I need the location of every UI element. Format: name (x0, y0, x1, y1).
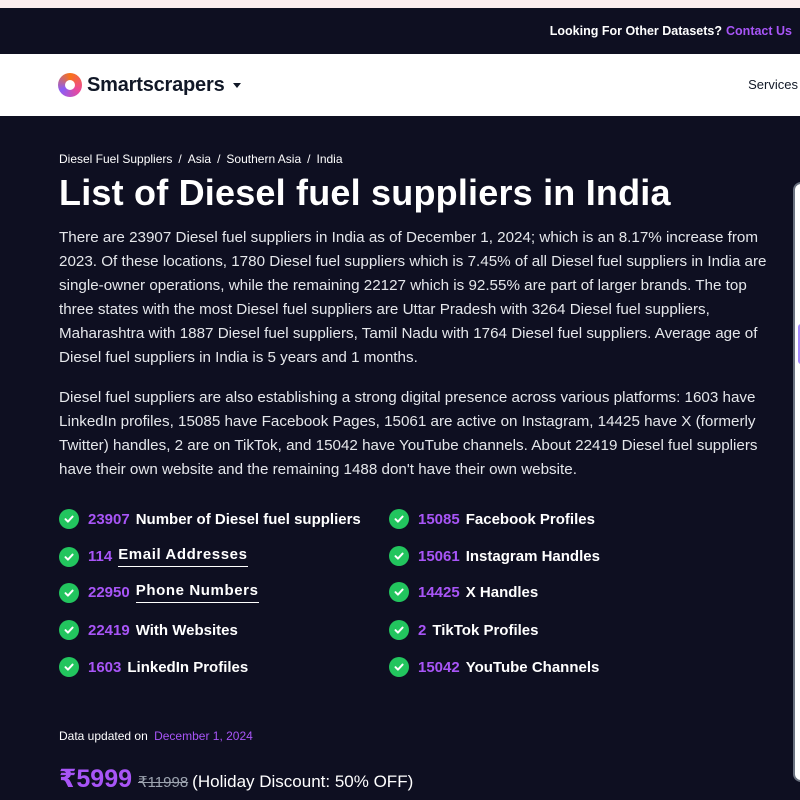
breadcrumb-item[interactable]: Southern Asia (226, 152, 301, 166)
data-updated: Data updated on December 1, 2024 (59, 729, 253, 743)
stat-value: 22419 (88, 621, 130, 639)
current-price: ₹5999 (59, 765, 133, 793)
stat-label: With Websites (135, 621, 238, 639)
contact-us-link[interactable]: Contact Us (726, 24, 792, 38)
check-circle-icon (389, 582, 409, 602)
top-strip (0, 0, 800, 8)
stat-value: 14425 (418, 583, 460, 601)
brand-name: Smartscrapers (87, 73, 225, 96)
smartscrapers-logo-icon (58, 73, 82, 97)
announcement-text: Looking For Other Datasets? (549, 24, 723, 38)
nav-services[interactable]: Services (748, 77, 798, 92)
check-circle-icon (389, 620, 409, 640)
brand-logo[interactable]: Smartscrapers (58, 73, 241, 97)
stat-value: 15042 (418, 658, 460, 676)
breadcrumb-separator: / (217, 152, 221, 166)
stat-label: TikTok Profiles (432, 621, 539, 639)
digital-presence-paragraph: Diesel fuel suppliers are also establish… (59, 389, 758, 478)
announcement-bar: Looking For Other Datasets? Contact Us (0, 8, 800, 54)
summary-paragraph: There are 23907 Diesel fuel suppliers in… (59, 229, 767, 366)
stat-value: 15085 (418, 510, 460, 528)
phone-numbers-link[interactable]: Phone Numbers (135, 582, 259, 603)
chevron-down-icon[interactable] (232, 82, 241, 88)
breadcrumb-item[interactable]: Asia (188, 152, 211, 166)
stat-email-addresses: 114 Email Addresses (59, 546, 248, 567)
breadcrumb-separator: / (307, 152, 311, 166)
check-circle-icon (59, 620, 79, 640)
check-circle-icon (389, 657, 409, 677)
updated-label: Data updated on (59, 729, 148, 743)
page-title: List of Diesel fuel suppliers in India (59, 172, 671, 213)
stat-value: 15061 (418, 547, 460, 565)
check-circle-icon (59, 509, 79, 529)
discount-text: (Holiday Discount: 50% OFF) (192, 772, 414, 791)
email-addresses-link[interactable]: Email Addresses (118, 546, 248, 567)
stat-label: YouTube Channels (465, 658, 600, 676)
stat-phone-numbers: 22950 Phone Numbers (59, 582, 259, 603)
stat-value: 1603 (88, 658, 122, 676)
stat-value: 23907 (88, 510, 130, 528)
stat-tiktok: 2 TikTok Profiles (389, 620, 539, 640)
stat-label: Facebook Profiles (465, 510, 595, 528)
stat-value: 114 (88, 548, 113, 565)
stat-value: 2 (418, 621, 427, 639)
breadcrumb-item[interactable]: Diesel Fuel Suppliers (59, 152, 172, 166)
breadcrumb: Diesel Fuel Suppliers / Asia / Southern Asia… (59, 152, 343, 166)
stat-total-suppliers: 23907 Number of Diesel fuel suppliers (59, 509, 361, 529)
stat-linkedin: 1603 LinkedIn Profiles (59, 657, 248, 677)
stat-label: Instagram Handles (465, 547, 600, 565)
original-price: ₹11998 (138, 774, 189, 791)
stat-youtube: 15042 YouTube Channels (389, 657, 599, 677)
stat-label: LinkedIn Profiles (127, 658, 249, 676)
pricing: ₹5999 ₹11998 (Holiday Discount: 50% OFF) (59, 764, 413, 794)
breadcrumb-separator: / (178, 152, 182, 166)
check-circle-icon (59, 546, 79, 567)
stat-instagram: 15061 Instagram Handles (389, 546, 600, 566)
navbar: Smartscrapers Services (0, 54, 800, 116)
updated-date: December 1, 2024 (154, 729, 253, 743)
stat-websites: 22419 With Websites (59, 620, 238, 640)
check-circle-icon (389, 546, 409, 566)
stat-label: X Handles (465, 583, 539, 601)
check-circle-icon (59, 582, 79, 603)
side-card[interactable] (793, 182, 800, 782)
stat-label: Number of Diesel fuel suppliers (135, 510, 361, 528)
check-circle-icon (59, 657, 79, 677)
stat-x-handles: 14425 X Handles (389, 582, 538, 602)
check-circle-icon (389, 509, 409, 529)
stat-facebook: 15085 Facebook Profiles (389, 509, 595, 529)
breadcrumb-item[interactable]: India (316, 152, 342, 166)
stat-value: 22950 (88, 584, 130, 601)
